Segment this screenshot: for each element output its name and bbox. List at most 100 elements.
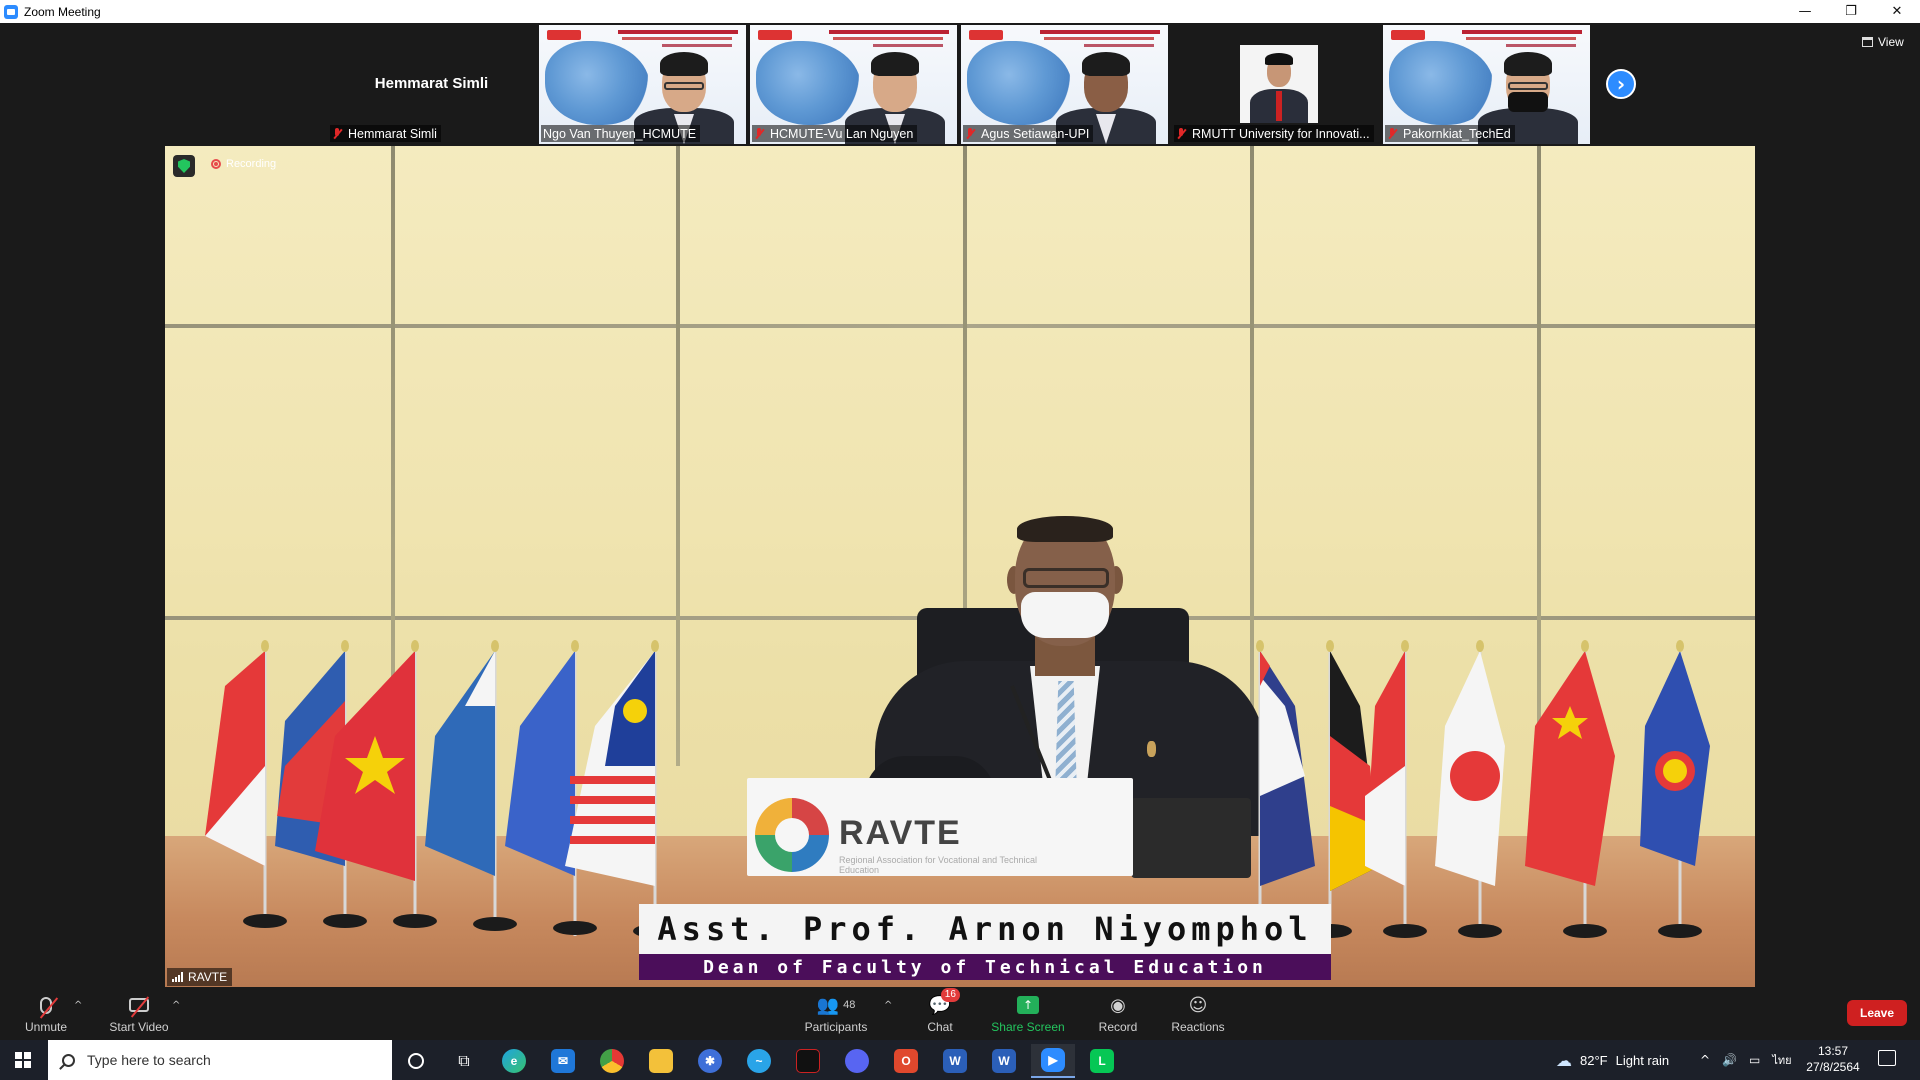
participant-tile[interactable]: Agus Setiawan-UPI — [961, 25, 1168, 144]
line-app-icon: L — [1090, 1049, 1114, 1073]
search-placeholder: Type here to search — [87, 1052, 211, 1068]
view-button[interactable]: View — [1862, 35, 1904, 49]
unmute-button[interactable]: Unmute — [18, 988, 74, 1040]
next-page-button[interactable]: › — [1606, 69, 1636, 99]
minimize-button[interactable]: — — [1782, 0, 1828, 23]
notification-center-icon[interactable] — [1878, 1050, 1896, 1066]
task-view-button[interactable]: ⧉ — [442, 1044, 486, 1078]
start-button[interactable] — [0, 1040, 46, 1080]
share-screen-icon: ↑ — [1017, 996, 1039, 1014]
taskbar-app-zoom[interactable]: ▶ — [1031, 1044, 1075, 1078]
media-app-icon — [796, 1049, 820, 1073]
word-icon: W — [943, 1049, 967, 1073]
participant-tile[interactable]: Ngo Van Thuyen_HCMUTE — [539, 25, 746, 144]
participant-tile[interactable]: Hemmarat Simli Hemmarat Simli — [328, 25, 535, 144]
unmute-label: Unmute — [24, 1020, 68, 1034]
participants-options-caret[interactable]: ^ — [884, 1000, 892, 1011]
view-label: View — [1878, 35, 1904, 49]
taskbar-app-discord[interactable] — [835, 1044, 879, 1078]
search-icon — [62, 1053, 75, 1067]
taskbar-app-media[interactable] — [786, 1044, 830, 1078]
participant-label: RMUTT University for Innovati... — [1174, 125, 1374, 142]
recording-dot-icon — [211, 159, 221, 169]
window-title: Zoom Meeting — [24, 4, 101, 19]
weather-widget[interactable]: ☁ 82°F Light rain — [1556, 1040, 1669, 1080]
participant-profile-photo — [1240, 45, 1318, 123]
taskbar-app-chrome[interactable] — [590, 1044, 634, 1078]
taskbar-app-network[interactable]: ✱ — [688, 1044, 732, 1078]
taskbar-app-messenger[interactable]: ~ — [737, 1044, 781, 1078]
ravte-logo-icon — [755, 798, 829, 872]
record-icon: ◉ — [1110, 994, 1126, 1016]
file-explorer-icon — [649, 1049, 673, 1073]
participant-label: Agus Setiawan-UPI — [963, 125, 1094, 142]
participant-tile[interactable]: HCMUTE-Vu Lan Nguyen — [750, 25, 957, 144]
camera-off-icon — [129, 996, 150, 1018]
zoom-icon: ▶ — [1041, 1048, 1065, 1072]
input-language[interactable]: ไทย — [1772, 1051, 1791, 1069]
volume-icon[interactable]: 🔊 — [1722, 1053, 1737, 1067]
microphone-muted-icon — [39, 996, 59, 1019]
network-icon[interactable]: ▭ — [1749, 1053, 1760, 1067]
muted-mic-icon — [332, 127, 342, 140]
close-button[interactable]: ✕ — [1874, 0, 1920, 23]
record-button[interactable]: ◉ Record — [1094, 988, 1142, 1040]
windows-taskbar: Type here to search ⧉ e ✉ ✱ ~ O W W ▶ L … — [0, 1040, 1920, 1080]
reactions-label: Reactions — [1171, 1020, 1225, 1034]
muted-mic-icon — [754, 127, 764, 140]
participant-name: Pakornkiat_TechEd — [1403, 126, 1511, 141]
cortana-button[interactable] — [394, 1044, 438, 1078]
taskbar-app-word-2[interactable]: W — [982, 1044, 1026, 1078]
participant-label: Hemmarat Simli — [330, 125, 441, 142]
desk-nameplate: RAVTE Regional Association for Vocationa… — [747, 778, 1133, 876]
weather-temperature: 82°F — [1580, 1052, 1608, 1068]
taskbar-app-office[interactable]: O — [884, 1044, 928, 1078]
recording-indicator: Recording — [211, 158, 276, 170]
taskbar-app-edge[interactable]: e — [492, 1044, 536, 1078]
leave-button[interactable]: Leave — [1847, 1000, 1907, 1026]
cloud-rain-icon: ☁ — [1556, 1050, 1572, 1070]
participants-count: 48 — [843, 999, 856, 1011]
share-screen-button[interactable]: ↑ Share Screen — [990, 988, 1066, 1040]
participant-label: HCMUTE-Vu Lan Nguyen — [752, 125, 918, 142]
participant-tile[interactable]: Pakornkiat_TechEd — [1383, 25, 1590, 144]
lower-third-name: Asst. Prof. Arnon Niyomphol — [639, 904, 1331, 954]
taskbar-clock[interactable]: 13:57 27/8/2564 — [1795, 1043, 1871, 1075]
chevron-right-icon: › — [1616, 72, 1626, 96]
mail-icon: ✉ — [551, 1049, 575, 1073]
meeting-toolbar: Unmute ^ Start Video ^ 👥 48 Participants … — [0, 988, 1920, 1040]
window-titlebar: Zoom Meeting — ❐ ✕ — [0, 0, 1920, 23]
taskbar-app-explorer[interactable] — [639, 1044, 683, 1078]
audio-options-caret[interactable]: ^ — [74, 1000, 82, 1011]
chat-button[interactable]: 💬 16 Chat — [920, 988, 960, 1040]
security-shield-icon[interactable] — [173, 155, 195, 177]
taskbar-app-line[interactable]: L — [1080, 1044, 1124, 1078]
chat-label: Chat — [927, 1020, 953, 1034]
active-speaker-video: RAVTE Regional Association for Vocationa… — [165, 146, 1755, 987]
participant-tile[interactable]: RMUTT University for Innovati... — [1172, 25, 1379, 144]
reactions-button[interactable]: ☺ Reactions — [1168, 988, 1228, 1040]
start-video-button[interactable]: Start Video — [104, 988, 174, 1040]
view-grid-icon — [1862, 37, 1873, 47]
participant-name: HCMUTE-Vu Lan Nguyen — [770, 126, 914, 141]
video-options-caret[interactable]: ^ — [172, 1000, 180, 1011]
participant-name: RMUTT University for Innovati... — [1192, 126, 1370, 141]
clock-date: 27/8/2564 — [1806, 1060, 1860, 1074]
participants-icon: 👥 — [816, 994, 840, 1016]
participants-button[interactable]: 👥 48 Participants — [796, 988, 876, 1040]
participant-label: Ngo Van Thuyen_HCMUTE — [541, 125, 701, 142]
tray-overflow-chevron-icon[interactable]: ^ — [1700, 1053, 1710, 1067]
taskbar-search-box[interactable]: Type here to search — [48, 1040, 392, 1080]
windows-logo-icon — [15, 1052, 31, 1068]
messenger-icon: ~ — [747, 1049, 771, 1073]
taskbar-app-word[interactable]: W — [933, 1044, 977, 1078]
taskbar-app-mail[interactable]: ✉ — [541, 1044, 585, 1078]
muted-mic-icon — [1387, 127, 1397, 140]
restore-button[interactable]: ❐ — [1828, 0, 1874, 23]
muted-mic-icon — [1176, 127, 1186, 140]
participants-label: Participants — [804, 1020, 868, 1034]
record-label: Record — [1098, 1020, 1138, 1034]
speaker-name: RAVTE — [188, 970, 228, 984]
share-screen-label: Share Screen — [991, 1020, 1065, 1034]
word-icon: W — [992, 1049, 1016, 1073]
